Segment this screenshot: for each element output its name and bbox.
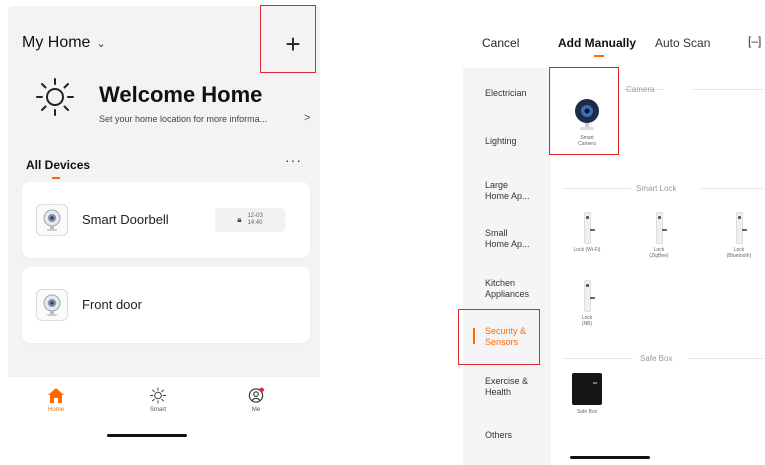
product-lock-bluetooth[interactable]: Lock (Bluetooth) <box>713 212 765 259</box>
category-exercise-health[interactable]: Exercise & Health <box>463 376 533 398</box>
home-selector[interactable]: My Home ⌄ <box>22 34 106 52</box>
bottom-nav: Home Smart Me <box>8 376 320 453</box>
camera-icon <box>36 289 68 321</box>
welcome-subtitle: Set your home location for more informa.… <box>99 114 268 124</box>
device-card-smart-doorbell[interactable]: Smart Doorbell 🔒︎ 12-03 14:40 <box>22 182 310 258</box>
tab-indicator <box>594 55 604 57</box>
home-indicator <box>107 434 187 437</box>
badge-timestamp: 12-03 14:40 <box>247 213 263 226</box>
chevron-down-icon: ⌄ <box>96 37 106 50</box>
welcome-title: Welcome Home <box>99 82 263 107</box>
nav-me[interactable]: Me <box>226 387 286 413</box>
safe-box-icon <box>572 373 602 405</box>
product-label: Safe Box <box>576 409 598 415</box>
category-small-home-appliances[interactable]: Small Home Ap... <box>463 228 533 250</box>
product-lock-zigbee[interactable]: Lock (ZigBee) <box>633 212 685 259</box>
more-icon[interactable]: ··· <box>285 152 302 168</box>
divider <box>689 358 763 359</box>
divider <box>563 188 631 189</box>
section-title-safe-box: Safe Box <box>640 354 673 363</box>
profile-icon <box>248 387 264 403</box>
chevron-right-icon: > <box>304 112 311 124</box>
category-list: Electrician Lighting Large Home Ap... Sm… <box>463 68 551 465</box>
nav-home[interactable]: Home <box>26 387 86 413</box>
sun-icon <box>149 387 167 404</box>
lock-icon <box>655 212 667 244</box>
home-selector-label: My Home <box>22 34 91 51</box>
divider <box>693 89 763 90</box>
device-name: Smart Doorbell <box>82 212 169 227</box>
device-name: Front door <box>82 297 142 312</box>
nav-smart[interactable]: Smart <box>128 387 188 413</box>
category-others[interactable]: Others <box>463 430 551 441</box>
divider <box>563 358 633 359</box>
product-label: Lock (ZigBee) <box>649 247 669 259</box>
lock-icon: 🔒︎ <box>237 215 242 224</box>
category-lighting[interactable]: Lighting <box>463 136 551 147</box>
lock-icon <box>735 212 747 244</box>
section-title-camera: Camera <box>626 85 655 94</box>
product-label: Lock (Wi-Fi) <box>573 247 601 253</box>
lock-icon <box>583 280 595 312</box>
add-device-button[interactable]: + <box>273 24 313 64</box>
cancel-button[interactable]: Cancel <box>482 36 519 50</box>
device-card-front-door[interactable]: Front door <box>22 267 310 343</box>
product-lock-wifi[interactable]: Lock (Wi-Fi) <box>561 212 613 253</box>
top-bar: Cancel Add Manually Auto Scan [–] <box>463 34 765 57</box>
nav-label-smart: Smart <box>149 407 166 413</box>
nav-label-home: Home <box>47 407 64 413</box>
section-title-smart-lock: Smart Lock <box>636 184 677 193</box>
product-label: Lock (Bluetooth) <box>726 247 752 259</box>
nav-label-me: Me <box>251 407 261 413</box>
camera-icon <box>36 204 68 236</box>
tab-indicator <box>52 177 60 179</box>
product-label: Smart Camera <box>578 135 596 147</box>
category-electrician[interactable]: Electrician <box>463 88 551 99</box>
product-safe-box[interactable]: Safe Box <box>561 372 613 415</box>
product-lock-nb[interactable]: Lock (NB) <box>561 280 613 327</box>
home-indicator <box>570 456 650 459</box>
welcome-banner[interactable]: Welcome Home Set your home location for … <box>34 76 310 124</box>
active-category-indicator <box>473 328 475 344</box>
sun-icon <box>36 78 74 116</box>
status-badge: 🔒︎ 12-03 14:40 <box>215 208 285 232</box>
category-large-home-appliances[interactable]: Large Home Ap... <box>463 180 533 202</box>
product-label: Lock (NB) <box>581 315 593 327</box>
home-icon <box>48 388 64 403</box>
add-device-screen: Cancel Add Manually Auto Scan [–] Electr… <box>463 6 765 465</box>
scan-icon[interactable]: [–] <box>748 34 761 48</box>
camera-icon <box>575 99 599 130</box>
home-screen: My Home ⌄ + Welcome Home Set your home l… <box>8 6 320 453</box>
tab-add-manually[interactable]: Add Manually <box>558 36 636 50</box>
lock-icon <box>583 212 595 244</box>
tab-all-devices[interactable]: All Devices <box>26 158 90 172</box>
tab-auto-scan[interactable]: Auto Scan <box>655 36 710 50</box>
product-smart-camera[interactable]: Smart Camera <box>561 98 613 147</box>
category-kitchen-appliances[interactable]: Kitchen Appliances <box>463 278 539 300</box>
divider <box>701 188 763 189</box>
